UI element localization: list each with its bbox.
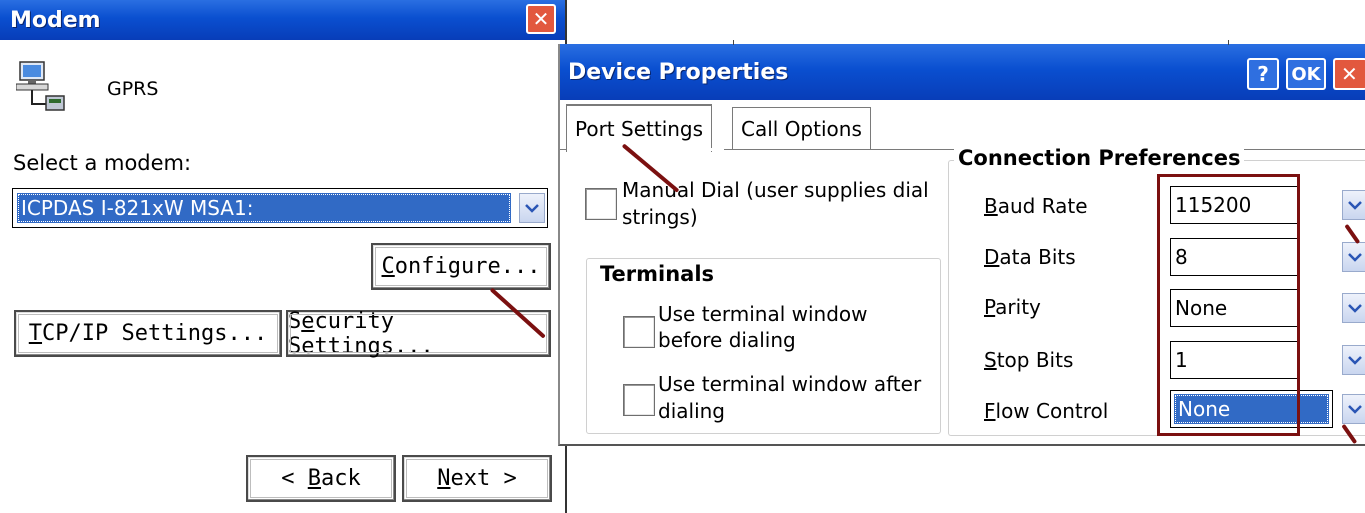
data-bits-arrow[interactable] [1342, 242, 1365, 272]
baud-rate-label: Baud Rate [984, 194, 1088, 218]
back-button-label: < Back [281, 466, 361, 491]
help-button[interactable]: ? [1247, 58, 1279, 90]
tcpip-settings-label: TCP/IP Settings... [28, 321, 268, 346]
network-connection-icon [15, 60, 68, 114]
active-tab-gap [567, 148, 724, 151]
manual-dial-label-line2: strings) [622, 205, 698, 229]
terminal-after-label-line1: Use terminal window after [658, 372, 922, 396]
chevron-down-icon [1348, 405, 1362, 414]
modem-select-value: ICPDAS I-821xW MSA1: [17, 193, 511, 223]
terminal-before-label-line2: before dialing [658, 328, 796, 352]
data-bits-label: Data Bits [984, 245, 1076, 269]
connection-name: GPRS [107, 78, 159, 100]
annotation-highlight-box [1157, 174, 1300, 436]
parity-arrow[interactable] [1342, 293, 1365, 323]
close-icon: ✕ [532, 7, 550, 31]
terminals-title: Terminals [596, 262, 719, 286]
device-properties-title-bar: Device Properties [560, 44, 1365, 100]
modem-select-arrow[interactable] [519, 193, 545, 223]
desktop-tick-2 [1228, 40, 1229, 45]
desktop-tick-1 [733, 40, 734, 45]
chevron-down-icon [1348, 304, 1362, 313]
tcpip-settings-button[interactable]: TCP/IP Settings... [14, 310, 282, 357]
ok-button[interactable]: OK [1286, 58, 1326, 90]
back-button[interactable]: < Back [246, 455, 396, 502]
modem-title-bar: Modem [0, 0, 567, 40]
tab-port-settings-label: Port Settings [575, 117, 704, 141]
chevron-down-icon [1348, 201, 1362, 210]
next-button-label: Next > [437, 466, 517, 491]
manual-dial-checkbox[interactable] [585, 188, 617, 220]
terminal-before-label-line1: Use terminal window [658, 302, 868, 326]
stop-bits-arrow[interactable] [1342, 345, 1365, 375]
chevron-down-icon [1348, 356, 1362, 365]
chevron-down-icon [1348, 253, 1362, 262]
help-icon: ? [1257, 62, 1269, 86]
chevron-down-icon [525, 204, 539, 213]
next-button[interactable]: Next > [402, 455, 552, 502]
ok-button-label: OK [1291, 63, 1321, 85]
close-icon: ✕ [1341, 62, 1358, 86]
modem-title: Modem [10, 7, 101, 33]
modem-window: Modem ✕ GPRS Select a modem: ICPDAS I-82… [0, 0, 567, 513]
connection-preferences-title: Connection Preferences [954, 146, 1245, 170]
tab-port-settings[interactable]: Port Settings [566, 104, 713, 152]
security-settings-label: Security Settings... [288, 308, 434, 359]
tab-call-options-label: Call Options [741, 116, 862, 141]
select-modem-label: Select a modem: [13, 151, 192, 175]
modem-select[interactable]: ICPDAS I-821xW MSA1: [12, 188, 548, 228]
terminal-after-dialing-checkbox[interactable] [623, 384, 655, 416]
stop-bits-label: Stop Bits [984, 348, 1074, 372]
terminal-after-label-line2: dialing [658, 399, 725, 423]
terminal-before-dialing-checkbox[interactable] [623, 316, 655, 348]
tab-call-options[interactable]: Call Options [732, 107, 871, 149]
baud-rate-arrow[interactable] [1342, 190, 1365, 220]
flow-control-arrow[interactable] [1342, 394, 1365, 424]
device-close-button[interactable]: ✕ [1333, 58, 1365, 90]
device-properties-title: Device Properties [568, 59, 789, 85]
modem-close-button[interactable]: ✕ [526, 4, 556, 34]
flow-control-label: Flow Control [984, 399, 1109, 423]
configure-button-label: Configure... [381, 254, 541, 279]
parity-label: Parity [984, 295, 1041, 319]
configure-button[interactable]: Configure... [371, 243, 551, 290]
security-settings-button[interactable]: Security Settings... [286, 308, 551, 359]
device-properties-dialog: Device Properties ? OK ✕ Port Settings C… [558, 44, 1365, 446]
